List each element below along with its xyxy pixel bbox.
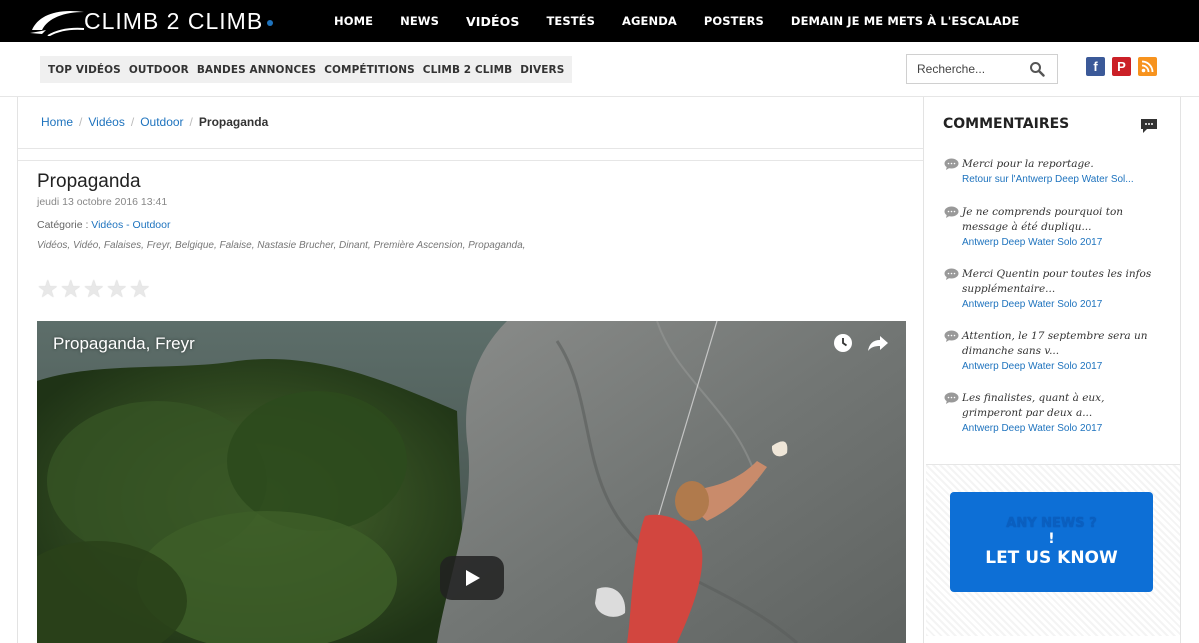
comment-link[interactable]: Antwerp Deep Water Solo 2017 (962, 359, 1164, 374)
content-right-border (923, 97, 924, 643)
subnav-climb2climb[interactable]: CLIMB 2 CLIMB (423, 64, 512, 76)
site-logo[interactable]: CLIMB 2 CLIMB (28, 4, 274, 38)
page-title: Propaganda (37, 171, 141, 192)
news-banner[interactable]: ANY NEWS ? ! LET US KNOW (950, 492, 1153, 592)
pinterest-icon[interactable]: P (1112, 57, 1131, 76)
facebook-glyph: f (1093, 59, 1098, 74)
divider (18, 148, 923, 149)
top-bar: CLIMB 2 CLIMB HOME NEWS VIDÉOS TESTÉS AG… (0, 0, 1199, 42)
comment-bubble-icon (944, 392, 959, 404)
comment-text: Attention, le 17 septembre sera un diman… (962, 330, 1148, 357)
breadcrumb-home[interactable]: Home (41, 115, 73, 129)
logo-swoosh-icon (30, 10, 85, 36)
category-link[interactable]: Vidéos - Outdoor (91, 219, 170, 231)
comment-item: Merci pour la reportage. Retour sur l'An… (944, 157, 1164, 187)
nav-escalade[interactable]: DEMAIN JE ME METS À L'ESCALADE (791, 14, 1019, 28)
facebook-icon[interactable]: f (1086, 57, 1105, 76)
star-icon[interactable]: ★ (129, 278, 152, 302)
breadcrumb-separator: / (189, 115, 193, 129)
comment-item: Attention, le 17 septembre sera un diman… (944, 329, 1164, 374)
nav-testes[interactable]: TESTÉS (546, 14, 595, 28)
video-title: Propaganda, Freyr (53, 334, 195, 353)
star-icon[interactable]: ★ (60, 278, 83, 302)
comment-text: Les finalistes, quant à eux, grimperont … (962, 392, 1105, 419)
breadcrumb-videos[interactable]: Vidéos (88, 115, 124, 129)
breadcrumb-current: Propaganda (198, 115, 269, 129)
search-box (906, 54, 1058, 84)
comment-link[interactable]: Antwerp Deep Water Solo 2017 (962, 421, 1164, 436)
comment-text: Merci Quentin pour toutes les infos supp… (962, 268, 1152, 295)
sub-nav: TOP VIDÉOS OUTDOOR BANDES ANNONCES COMPÉ… (40, 56, 573, 83)
logo-dot (267, 20, 274, 26)
subnav-top-videos[interactable]: TOP VIDÉOS (48, 64, 121, 76)
pinterest-glyph: P (1117, 59, 1126, 74)
comment-item: Merci Quentin pour toutes les infos supp… (944, 267, 1164, 312)
article-category: Catégorie : Vidéos - Outdoor (37, 219, 170, 231)
star-icon[interactable]: ★ (106, 278, 129, 302)
comment-bubble-icon (944, 158, 959, 170)
star-icon[interactable]: ★ (37, 278, 60, 302)
nav-home[interactable]: HOME (334, 14, 373, 28)
video-player[interactable]: Propaganda, Freyr (37, 321, 906, 643)
search-input[interactable] (907, 55, 1017, 83)
comment-link[interactable]: Antwerp Deep Water Solo 2017 (962, 297, 1164, 312)
comment-item: Je ne comprends pourquoi ton message à é… (944, 205, 1164, 250)
rss-glyph (1141, 60, 1154, 73)
watch-later-icon[interactable] (833, 333, 853, 353)
main-nav: HOME NEWS VIDÉOS TESTÉS AGENDA POSTERS D… (334, 0, 1046, 42)
subnav-competitions[interactable]: COMPÉTITIONS (324, 64, 415, 76)
comment-item: Les finalistes, quant à eux, grimperont … (944, 391, 1164, 436)
article-tags: Vidéos, Vidéo, Falaises, Freyr, Belgique… (37, 240, 526, 251)
breadcrumb-outdoor[interactable]: Outdoor (140, 115, 183, 129)
rss-icon[interactable] (1138, 57, 1157, 76)
breadcrumb: Home / Vidéos / Outdoor / Propaganda (41, 115, 268, 129)
comment-bubble-icon (944, 330, 959, 342)
comment-bubble-icon (944, 268, 959, 280)
star-icon[interactable]: ★ (83, 278, 106, 302)
subnav-bandes-annonces[interactable]: BANDES ANNONCES (197, 64, 316, 76)
comment-link[interactable]: Retour sur l'Antwerp Deep Water Sol... (962, 172, 1164, 187)
subnav-divers[interactable]: DIVERS (520, 64, 564, 76)
sidebar-right-border (1180, 97, 1181, 643)
subnav-outdoor[interactable]: OUTDOOR (129, 64, 189, 76)
comments-icon (1141, 119, 1157, 133)
nav-news[interactable]: NEWS (400, 14, 439, 28)
comment-bubble-icon (944, 206, 959, 218)
play-icon (466, 570, 480, 586)
nav-posters[interactable]: POSTERS (704, 14, 764, 28)
banner-line1: ANY NEWS ? (1006, 516, 1097, 531)
category-label: Catégorie : (37, 219, 92, 231)
divider (18, 160, 923, 161)
search-icon[interactable] (1029, 61, 1045, 77)
comment-text: Merci pour la reportage. (962, 158, 1094, 170)
comment-link[interactable]: Antwerp Deep Water Solo 2017 (962, 235, 1164, 250)
star-rating: ★ ★ ★ ★ ★ (37, 278, 152, 302)
sidebar-title: COMMENTAIRES (943, 116, 1070, 132)
nav-videos[interactable]: VIDÉOS (466, 14, 519, 29)
article-date: jeudi 13 octobre 2016 13:41 (37, 196, 168, 208)
breadcrumb-separator: / (130, 115, 135, 129)
breadcrumb-separator: / (79, 115, 83, 129)
comment-text: Je ne comprends pourquoi ton message à é… (962, 206, 1124, 233)
nav-agenda[interactable]: AGENDA (622, 14, 677, 28)
banner-line3: LET US KNOW (985, 548, 1118, 568)
banner-line2: ! (1048, 531, 1055, 547)
play-button[interactable] (440, 556, 504, 600)
content-left-border (17, 97, 18, 643)
share-icon[interactable] (867, 333, 889, 353)
logo-text: CLIMB 2 CLIMB (84, 7, 264, 34)
